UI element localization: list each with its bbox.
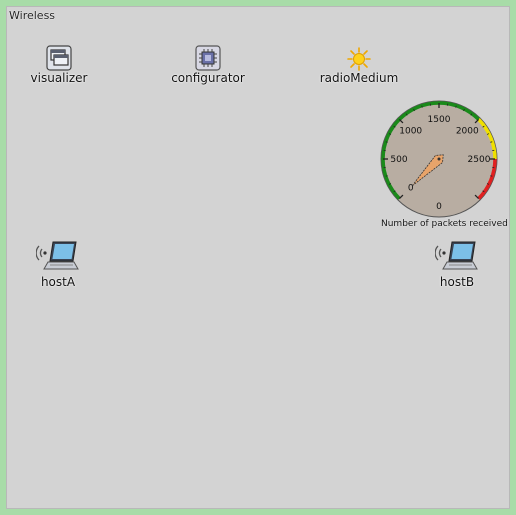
gauge-caption: Number of packets received: [381, 219, 508, 229]
gauge-tick-label: 2000: [456, 127, 479, 137]
gauge-dial: 050010001500200025000: [380, 100, 498, 218]
node-label-host-b: hostB: [439, 275, 475, 289]
network-canvas: Wireless visualizer configurator radioMe…: [6, 6, 510, 509]
node-configurator[interactable]: configurator: [168, 45, 248, 85]
gauge-bottom-label: 0: [436, 202, 442, 212]
simulation-frame: Wireless visualizer configurator radioMe…: [0, 0, 516, 515]
sun-icon: [347, 47, 371, 71]
packets-received-gauge: 0 500 1000 1500 2000 2500 0: [377, 97, 501, 221]
node-host-a[interactable]: hostA: [33, 239, 83, 289]
gauge-tick-label: 1000: [399, 127, 422, 137]
gauge-hub: [437, 157, 441, 161]
node-label-radiomedium: radioMedium: [319, 71, 399, 85]
node-visualizer[interactable]: visualizer: [29, 45, 89, 85]
gauge-tick-label: 500: [390, 155, 407, 165]
wireless-laptop-icon: [435, 241, 478, 270]
gauge-tick-label: 1500: [428, 115, 451, 125]
wireless-laptop-icon: [36, 241, 79, 270]
node-host-b[interactable]: hostB: [432, 239, 482, 289]
network-title: Wireless: [9, 9, 56, 22]
visualizer-window-icon: [46, 45, 72, 71]
node-label-configurator: configurator: [171, 71, 245, 85]
node-label-host-a: hostA: [40, 275, 76, 289]
gauge-tick-label: 2500: [468, 155, 491, 165]
chip-icon: [195, 45, 221, 71]
node-radiomedium[interactable]: radioMedium: [314, 47, 404, 85]
node-label-visualizer: visualizer: [30, 71, 88, 85]
